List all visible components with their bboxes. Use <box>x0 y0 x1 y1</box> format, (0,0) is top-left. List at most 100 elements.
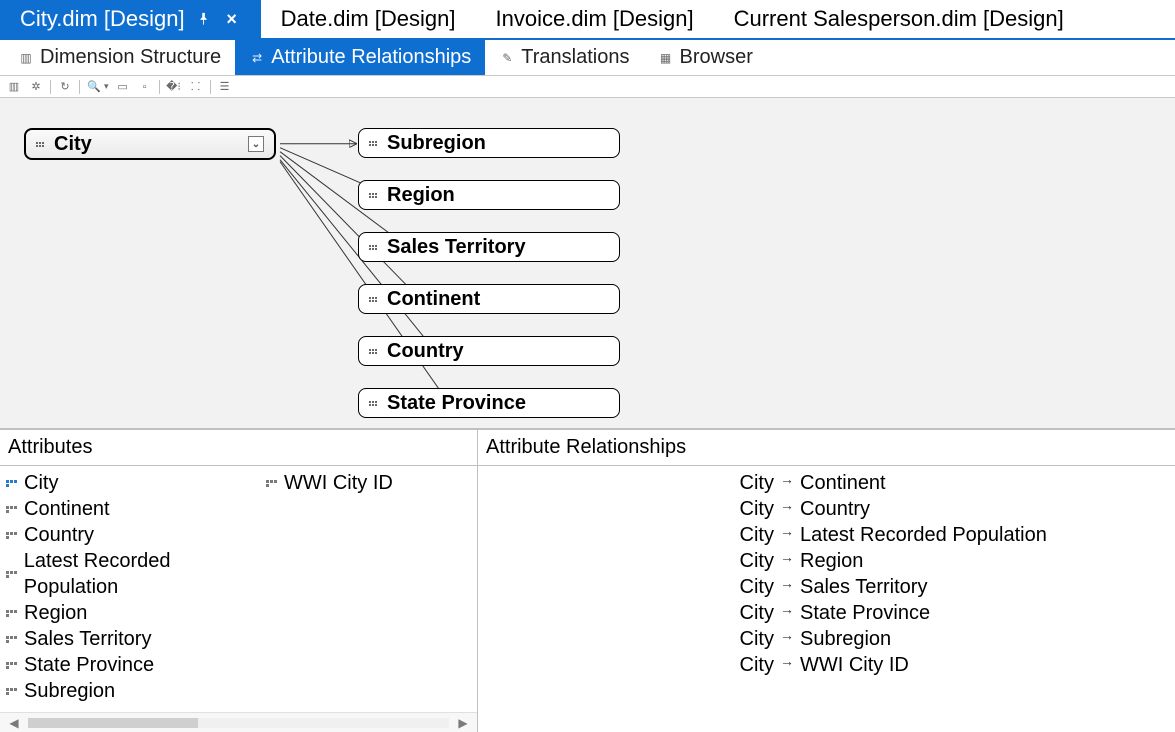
document-tab-date[interactable]: Date.dim [Design] <box>261 0 476 38</box>
toolbar-arrange-tree-icon[interactable]: ⸬ <box>188 79 204 95</box>
scroll-thumb[interactable] <box>28 718 198 728</box>
attributes-hscrollbar[interactable]: ◀ ▶ <box>0 712 477 732</box>
attributes-panel: Attributes City Continent Country Latest… <box>0 430 478 732</box>
toolbar-separator <box>79 80 80 94</box>
relationship-row[interactable]: City→Country <box>484 496 1169 522</box>
attribute-item-sales-territory[interactable]: Sales Territory <box>6 626 266 652</box>
toolbar-separator <box>210 80 211 94</box>
arrow-icon: → <box>774 648 800 674</box>
relationship-row[interactable]: City→Continent <box>484 470 1169 496</box>
attribute-icon <box>6 606 20 620</box>
document-tab-invoice[interactable]: Invoice.dim [Design] <box>476 0 714 38</box>
relationship-source: City <box>724 574 774 600</box>
relationship-target: Region <box>800 548 863 574</box>
tab-dimension-structure[interactable]: ▥ Dimension Structure <box>4 40 235 75</box>
relationships-panel: Attribute Relationships City→Continent C… <box>478 430 1175 732</box>
diagram-node-subregion[interactable]: Subregion <box>358 128 620 158</box>
relationship-target: Latest Recorded Population <box>800 522 1047 548</box>
tab-translations[interactable]: ✎ Translations <box>485 40 643 75</box>
toolbar-zoom-icon[interactable]: 🔍 <box>86 79 102 95</box>
toolbar-zoom-dropdown[interactable]: ▾ <box>104 81 109 92</box>
toolbar-btn-2[interactable]: ✲ <box>28 79 44 95</box>
grip-icon <box>369 188 379 202</box>
scroll-left-icon[interactable]: ◀ <box>6 715 22 731</box>
attribute-label: Sales Territory <box>24 626 151 652</box>
attribute-icon <box>6 684 20 698</box>
relationship-target: Continent <box>800 470 886 496</box>
document-tab-city[interactable]: City.dim [Design] × <box>0 0 261 38</box>
attribute-item-region[interactable]: Region <box>6 600 266 626</box>
close-icon[interactable]: × <box>223 10 241 28</box>
diagram-node-label: Country <box>387 340 464 363</box>
attribute-label: City <box>24 470 58 496</box>
attributes-list[interactable]: City Continent Country Latest Recorded P… <box>0 466 477 712</box>
diagram-node-label: Region <box>387 184 455 207</box>
designer-tab-label: Browser <box>680 46 753 69</box>
diagram-node-state-province[interactable]: State Province <box>358 388 620 418</box>
grip-icon <box>369 344 379 358</box>
relationship-row[interactable]: City→Latest Recorded Population <box>484 522 1169 548</box>
relationship-row[interactable]: City→Sales Territory <box>484 574 1169 600</box>
document-tab-salesperson[interactable]: Current Salesperson.dim [Design] <box>714 0 1084 38</box>
relationship-row[interactable]: City→Subregion <box>484 626 1169 652</box>
relationship-source: City <box>724 652 774 678</box>
tab-browser[interactable]: ▦ Browser <box>644 40 767 75</box>
attribute-item-city[interactable]: City <box>6 470 266 496</box>
toolbar: ▥ ✲ ↻ 🔍 ▾ ▭ ▫ �⁝ ⸬ ☰ <box>0 76 1175 98</box>
document-tab-label: Invoice.dim [Design] <box>496 6 694 32</box>
attribute-label: Subregion <box>24 678 115 704</box>
attribute-item-country[interactable]: Country <box>6 522 266 548</box>
designer-tab-label: Translations <box>521 46 629 69</box>
attribute-icon <box>6 658 20 672</box>
relationship-target: Sales Territory <box>800 574 927 600</box>
relationship-source: City <box>724 522 774 548</box>
toolbar-btn-1[interactable]: ▥ <box>6 79 22 95</box>
toolbar-refresh-icon[interactable]: ↻ <box>57 79 73 95</box>
pin-icon[interactable] <box>195 10 213 28</box>
diagram-node-continent[interactable]: Continent <box>358 284 620 314</box>
diagram-node-sales-territory[interactable]: Sales Territory <box>358 232 620 262</box>
toolbar-arrange-shapes-icon[interactable]: �⁝ <box>166 79 182 95</box>
relationship-icon: ⇄ <box>249 50 265 66</box>
designer-tab-label: Attribute Relationships <box>271 46 471 69</box>
toolbar-collapse-icon[interactable]: ▫ <box>137 79 153 95</box>
diagram-node-label: Sales Territory <box>387 236 526 259</box>
diagram-node-country[interactable]: Country <box>358 336 620 366</box>
tab-attribute-relationships[interactable]: ⇄ Attribute Relationships <box>235 40 485 75</box>
document-tab-label: City.dim [Design] <box>20 6 185 32</box>
arrow-icon: → <box>774 492 800 518</box>
diagram-canvas[interactable]: City ⌄ Subregion Region Sales Territory … <box>0 98 1175 430</box>
grip-icon <box>369 136 379 150</box>
relationship-row[interactable]: City→Region <box>484 548 1169 574</box>
document-tab-label: Date.dim [Design] <box>281 6 456 32</box>
attribute-label: Continent <box>24 496 110 522</box>
relationship-target: Country <box>800 496 870 522</box>
relationship-target: State Province <box>800 600 930 626</box>
relationship-row[interactable]: City→State Province <box>484 600 1169 626</box>
attribute-item-state-province[interactable]: State Province <box>6 652 266 678</box>
document-tab-label: Current Salesperson.dim [Design] <box>734 6 1064 32</box>
attribute-item-continent[interactable]: Continent <box>6 496 266 522</box>
diagram-node-label: Subregion <box>387 132 486 155</box>
toolbar-list-icon[interactable]: ☰ <box>217 79 233 95</box>
scroll-track[interactable] <box>28 718 449 728</box>
arrow-icon: → <box>774 596 800 622</box>
key-attribute-icon <box>6 476 20 490</box>
relationships-panel-title: Attribute Relationships <box>478 430 1175 466</box>
arrow-icon: → <box>774 544 800 570</box>
relationships-list[interactable]: City→Continent City→Country City→Latest … <box>478 466 1175 732</box>
relationship-row[interactable]: City→WWI City ID <box>484 652 1169 678</box>
diagram-node-label: Continent <box>387 288 480 311</box>
scroll-right-icon[interactable]: ▶ <box>455 715 471 731</box>
diagram-node-region[interactable]: Region <box>358 180 620 210</box>
toolbar-expand-icon[interactable]: ▭ <box>115 79 131 95</box>
diagram-node-city[interactable]: City ⌄ <box>24 128 276 160</box>
attribute-item-population[interactable]: Latest Recorded Population <box>6 548 266 600</box>
attribute-icon <box>6 632 20 646</box>
attribute-icon <box>6 502 20 516</box>
expand-icon[interactable]: ⌄ <box>248 136 264 152</box>
attribute-item-subregion[interactable]: Subregion <box>6 678 266 704</box>
attribute-label: State Province <box>24 652 154 678</box>
attribute-item-wwi-city-id[interactable]: WWI City ID <box>266 470 477 496</box>
designer-tab-label: Dimension Structure <box>40 46 221 69</box>
